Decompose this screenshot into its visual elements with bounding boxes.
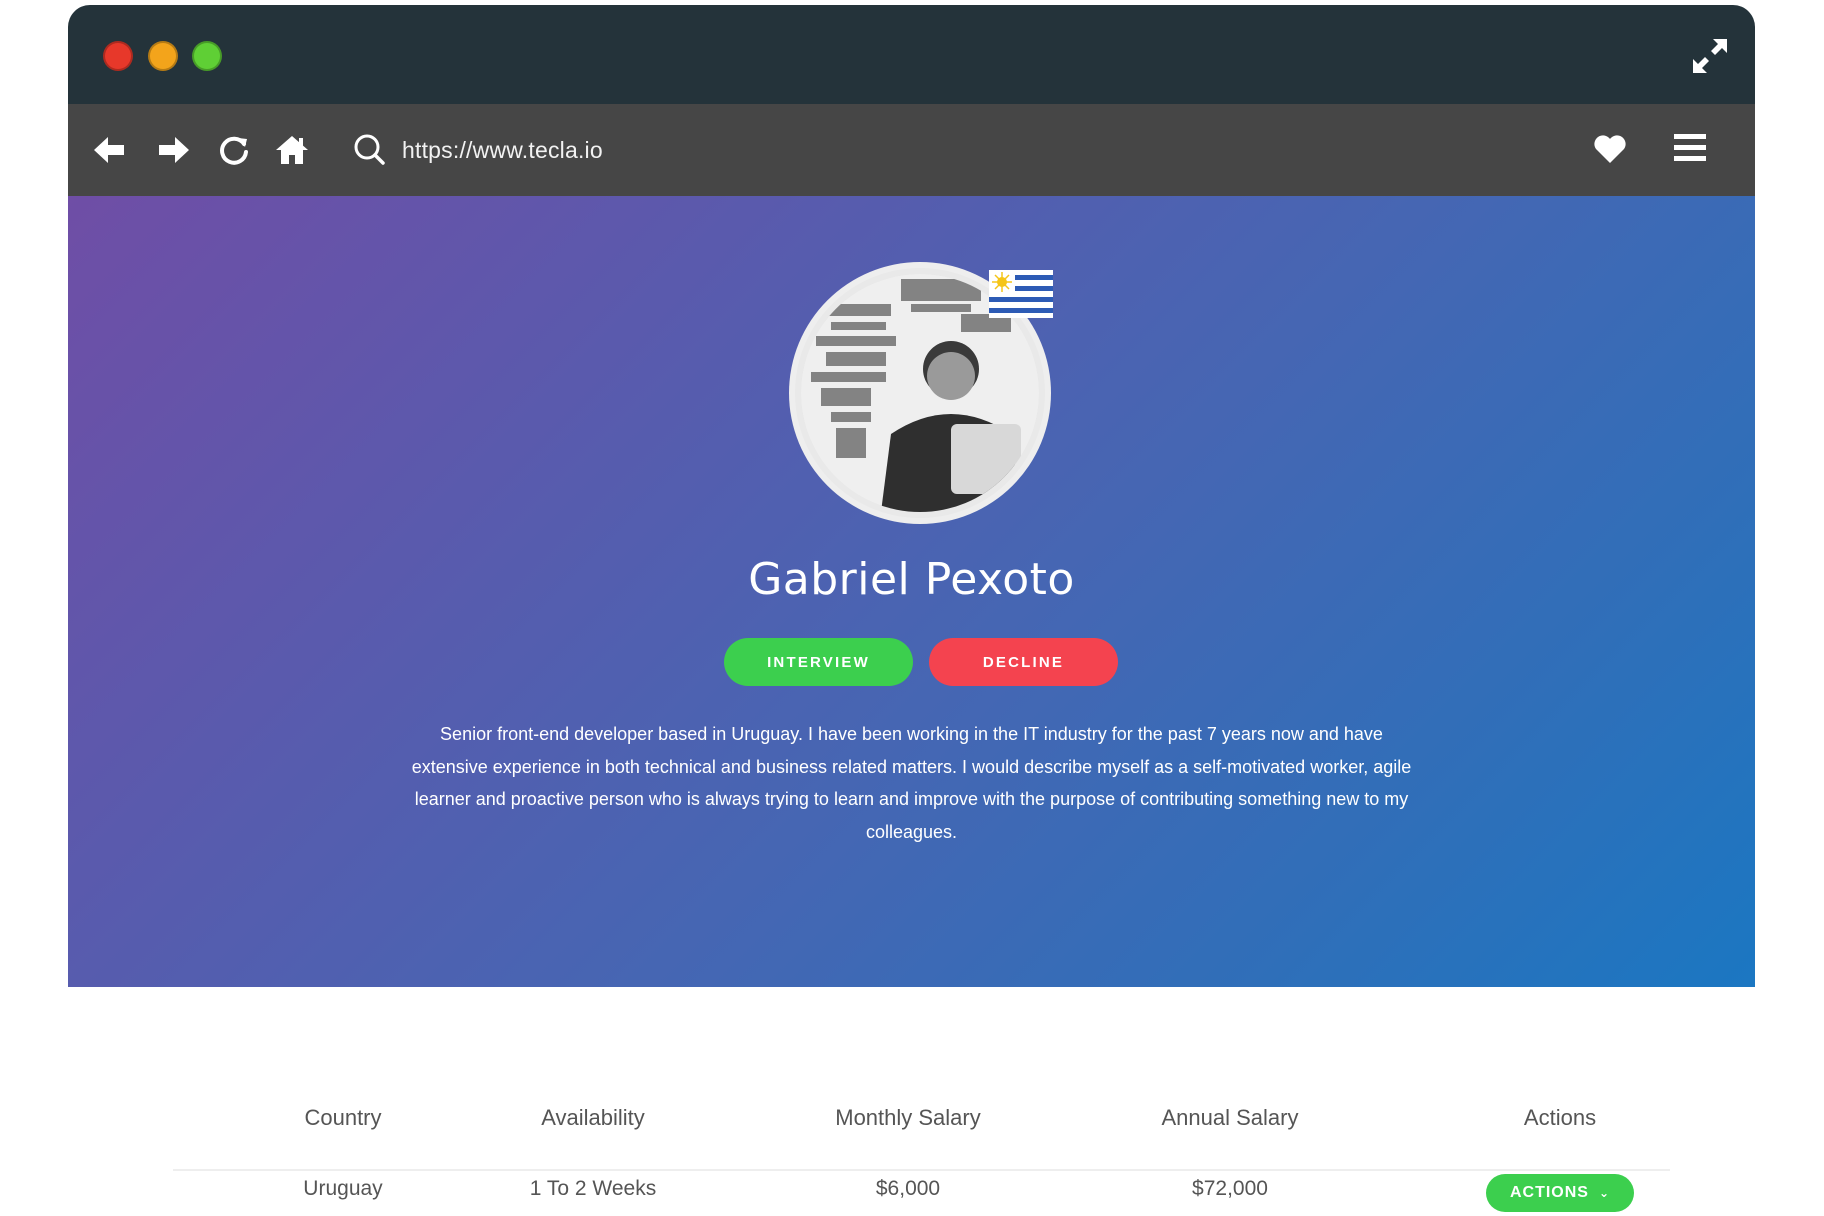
heart-icon[interactable] <box>1592 131 1628 167</box>
zoom-window-button[interactable] <box>192 41 222 71</box>
candidate-name: Gabriel Pexoto <box>748 554 1075 605</box>
actions-label: ACTIONS <box>1509 1184 1589 1201</box>
actions-dropdown-button[interactable]: ACTIONS ⌄ <box>1486 1174 1634 1212</box>
interview-button[interactable]: INTERVIEW <box>724 638 913 686</box>
uruguay-flag-icon <box>989 270 1053 318</box>
arrow-right-icon <box>159 137 189 163</box>
hamburger-menu-icon[interactable] <box>1670 128 1710 168</box>
reload-button[interactable] <box>213 129 255 171</box>
decline-button[interactable]: DECLINE <box>929 638 1118 686</box>
cell-availability: 1 To 2 Weeks <box>529 1177 657 1200</box>
forward-button[interactable] <box>153 129 195 171</box>
url-text[interactable]: https://www.tecla.io <box>402 137 603 164</box>
close-window-button[interactable] <box>103 41 133 71</box>
back-button[interactable] <box>88 129 130 171</box>
cell-annual-salary: $72,000 <box>1192 1177 1268 1200</box>
search-icon <box>354 134 385 165</box>
chevron-down-icon: ⌄ <box>1598 1186 1611 1200</box>
profile-hero: Gabriel Pexoto INTERVIEW DECLINE Senior … <box>68 196 1755 987</box>
browser-window: https://www.tecla.io Gabriel Pexoto INTE… <box>68 5 1755 1212</box>
column-header-country: Country <box>304 1105 382 1130</box>
column-header-monthly-salary: Monthly Salary <box>835 1105 981 1130</box>
table-divider <box>173 1169 1670 1171</box>
table-header: Country Availability Monthly Salary Annu… <box>173 1105 1670 1165</box>
column-header-actions: Actions <box>1523 1105 1597 1130</box>
minimize-window-button[interactable] <box>148 41 178 71</box>
candidate-bio: Senior front-end developer based in Urug… <box>411 724 1412 842</box>
address-bar[interactable]: https://www.tecla.io <box>340 117 1640 183</box>
browser-toolbar: https://www.tecla.io <box>68 104 1755 196</box>
home-button[interactable] <box>271 129 313 171</box>
expand-arrows-icon[interactable] <box>1689 35 1731 77</box>
cell-monthly-salary: $6,000 <box>875 1177 941 1200</box>
column-header-availability: Availability <box>541 1105 645 1130</box>
reload-icon <box>220 136 248 165</box>
column-header-annual-salary: Annual Salary <box>1161 1105 1299 1130</box>
arrow-left-icon <box>94 137 124 163</box>
table-row: Uruguay 1 To 2 Weeks $6,000 $72,000 ACTI… <box>173 1174 1670 1216</box>
home-icon <box>276 136 308 164</box>
cell-country: Uruguay <box>303 1177 383 1200</box>
title-bar <box>68 5 1755 104</box>
